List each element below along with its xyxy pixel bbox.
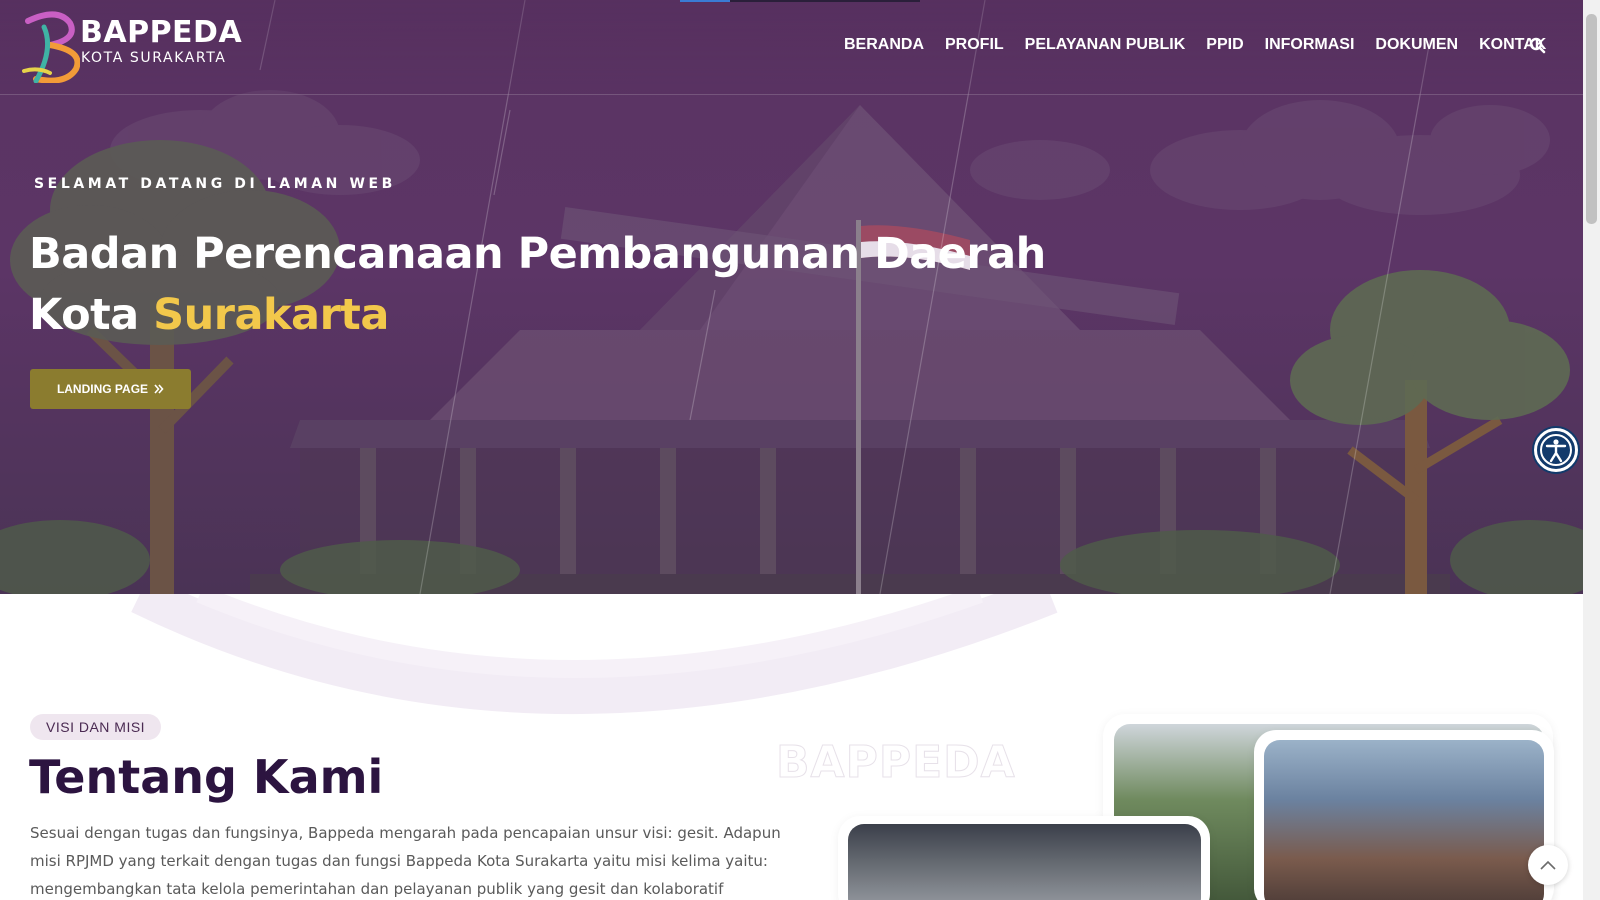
headline-line-2-prefix: Kota [29,290,154,340]
nav-informasi[interactable]: INFORMASI [1265,36,1355,54]
page: BAPPEDA KOTA SURAKARTA BERANDA PROFIL PE… [0,0,1600,900]
accessibility-icon [1540,434,1572,466]
decorative-swirl [131,594,1058,714]
nav-pelayanan-publik[interactable]: PELAYANAN PUBLIK [1025,36,1186,54]
section-tag: VISI DAN MISI [30,714,162,740]
nav-beranda[interactable]: BERANDA [844,36,924,54]
about-section: VISI DAN MISI Tentang Kami Sesuai dengan… [0,594,1583,900]
scrollbar-thumb[interactable] [1586,14,1597,224]
hero-banner: BAPPEDA KOTA SURAKARTA BERANDA PROFIL PE… [0,0,1583,594]
site-logo[interactable]: BAPPEDA KOTA SURAKARTA [14,9,254,83]
section-title: Tentang Kami [29,750,384,804]
photo-group-event [1264,740,1544,900]
brand-subtitle: KOTA SURAKARTA [81,50,227,66]
landing-page-button[interactable]: LANDING PAGE [30,369,191,409]
nav-profil[interactable]: PROFIL [945,36,1004,54]
back-to-top-button[interactable] [1528,845,1568,885]
brand-title: BAPPEDA [80,15,243,50]
accessibility-button[interactable] [1534,428,1578,472]
nav-ppid[interactable]: PPID [1206,36,1243,54]
landing-page-label: LANDING PAGE [56,382,149,396]
photo-meeting-room [848,824,1201,900]
about-description: Sesuai dengan tugas dan fungsinya, Bappe… [30,824,781,898]
bappeda-watermark: BAPPEDA [776,737,1016,789]
headline-highlight: Surakarta [153,290,389,340]
bappeda-logo-icon [22,11,80,83]
headline-line-1: Badan Perencanaan Pembangunan Daerah [29,229,1046,279]
main-navigation: BERANDA PROFIL PELAYANAN PUBLIK PPID INF… [844,36,1567,54]
nav-dokumen[interactable]: DOKUMEN [1375,36,1458,54]
double-chevron-right-icon [154,384,164,394]
loading-bar [680,0,920,2]
hero-headline: Badan Perencanaan Pembangunan Daerah Kot… [29,224,1046,346]
welcome-text: SELAMAT DATANG DI LAMAN WEB [34,176,396,192]
chevron-up-icon [1540,860,1556,870]
search-icon[interactable] [1528,36,1548,56]
